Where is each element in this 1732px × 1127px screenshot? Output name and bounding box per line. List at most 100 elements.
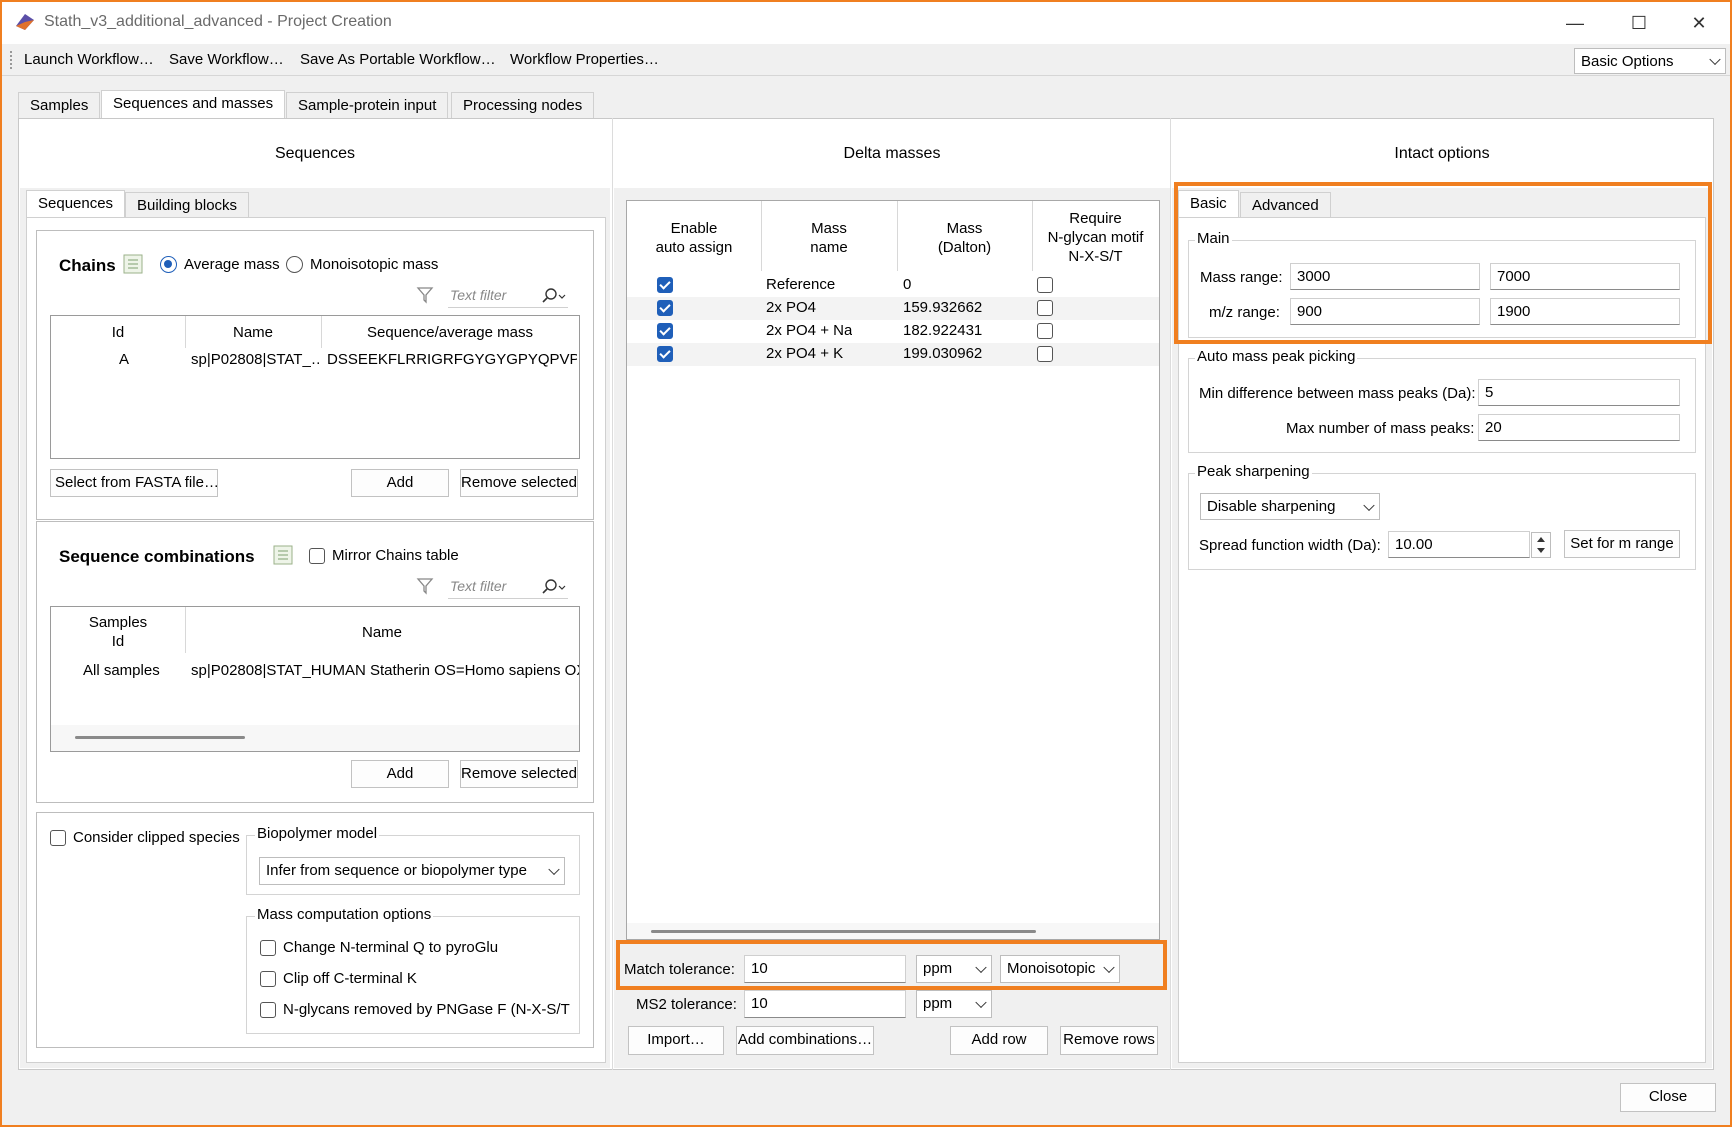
spread-width-input[interactable]: 10.00: [1388, 531, 1530, 558]
options-level-value: Basic Options: [1581, 53, 1674, 70]
chains-col-name[interactable]: Name: [185, 323, 321, 342]
ms2-tolerance-unit-value: ppm: [923, 995, 953, 1012]
mass-range-min-input[interactable]: 3000: [1290, 263, 1480, 290]
add-row-button[interactable]: Add row: [950, 1026, 1048, 1055]
row-enable-checkbox[interactable]: [657, 277, 673, 293]
chains-col-sequence[interactable]: Sequence/average mass: [321, 323, 579, 342]
delta-col-name-line1: Mass: [811, 220, 847, 237]
match-tolerance-input[interactable]: 10: [744, 955, 906, 983]
ms2-tolerance-input[interactable]: 10: [744, 990, 906, 1018]
combinations-add-button[interactable]: Add: [351, 760, 449, 788]
table-settings-icon[interactable]: [122, 253, 146, 277]
tab-samples[interactable]: Samples: [18, 92, 101, 118]
close-window-button[interactable]: ✕: [1674, 8, 1724, 38]
spread-width-value: 10.00: [1395, 536, 1433, 553]
delta-col-require-motif[interactable]: Require N-glycan motif N-X-S/T: [1032, 209, 1159, 266]
close-dialog-button[interactable]: Close: [1620, 1083, 1716, 1112]
combinations-horizontal-scrollbar[interactable]: [75, 736, 245, 739]
row-enable-checkbox[interactable]: [657, 346, 673, 362]
search-icon[interactable]: [540, 287, 566, 305]
table-row-stripe: [627, 343, 1159, 366]
min-difference-input[interactable]: 5: [1478, 379, 1680, 406]
intact-basic-tab-page: [1178, 217, 1706, 1063]
monoisotopic-mass-radio[interactable]: [286, 256, 303, 273]
add-combinations-button[interactable]: Add combinations…: [736, 1026, 874, 1055]
sequence-combinations-title: Sequence combinations: [59, 547, 255, 566]
row-mass-name: 2x PO4 + Na: [766, 322, 853, 339]
combinations-col-samples[interactable]: Samples Id: [51, 613, 185, 651]
pyroglu-checkbox[interactable]: [260, 940, 276, 956]
combinations-col-name[interactable]: Name: [185, 623, 579, 642]
delta-col-mass[interactable]: Mass (Dalton): [897, 219, 1032, 257]
tab-advanced[interactable]: Advanced: [1240, 192, 1331, 218]
mass-range-label: Mass range:: [1200, 269, 1283, 286]
set-for-m-range-button[interactable]: Set for m range: [1564, 530, 1680, 558]
column-divider: [1170, 118, 1171, 1070]
tab-building-blocks[interactable]: Building blocks: [125, 192, 250, 218]
mass-mode-select[interactable]: Monoisotopic: [1000, 955, 1120, 983]
pngase-label: N-glycans removed by PNGase F (N-X-S/T -: [283, 1001, 573, 1018]
biopolymer-model-select[interactable]: Infer from sequence or biopolymer type: [259, 857, 565, 885]
save-portable-workflow-button[interactable]: Save As Portable Workflow…: [300, 51, 496, 68]
mz-range-max-input[interactable]: 1900: [1490, 298, 1680, 325]
chains-filter-input[interactable]: Text filter: [448, 284, 568, 308]
mass-range-max-input[interactable]: 7000: [1490, 263, 1680, 290]
combinations-remove-selected-button[interactable]: Remove selected: [460, 760, 578, 788]
import-button[interactable]: Import…: [628, 1026, 724, 1055]
ms2-tolerance-unit-select[interactable]: ppm: [916, 990, 992, 1018]
spinbox-arrows-icon[interactable]: [1531, 532, 1551, 558]
row-require-motif-checkbox[interactable]: [1037, 277, 1053, 293]
delta-col-mass-line2: (Dalton): [937, 239, 992, 256]
chevron-down-icon: [1363, 499, 1375, 511]
save-workflow-button[interactable]: Save Workflow…: [169, 51, 284, 68]
mz-range-min-input[interactable]: 900: [1290, 298, 1480, 325]
combinations-table: Samples Id Name All samples sp|P02808|ST…: [50, 606, 580, 752]
launch-workflow-button[interactable]: Launch Workflow…: [24, 51, 154, 68]
average-mass-radio[interactable]: [160, 256, 177, 273]
options-level-select[interactable]: Basic Options: [1574, 48, 1726, 74]
chains-col-id[interactable]: Id: [51, 323, 185, 342]
max-peaks-input[interactable]: 20: [1478, 414, 1680, 441]
tab-basic[interactable]: Basic: [1178, 190, 1239, 218]
mass-mode-value: Monoisotopic: [1007, 960, 1096, 977]
peak-sharpening-title: Peak sharpening: [1195, 463, 1312, 480]
biopolymer-model-title: Biopolymer model: [255, 825, 380, 842]
pngase-checkbox[interactable]: [260, 1002, 276, 1018]
auto-peak-picking-title: Auto mass peak picking: [1195, 348, 1358, 365]
clip-c-terminal-k-checkbox[interactable]: [260, 971, 276, 987]
minimize-button[interactable]: —: [1550, 8, 1600, 38]
remove-rows-button[interactable]: Remove rows: [1060, 1026, 1158, 1055]
tab-sequences-and-masses[interactable]: Sequences and masses: [101, 90, 286, 118]
maximize-button[interactable]: ☐: [1614, 8, 1664, 38]
sharpening-mode-select[interactable]: Disable sharpening: [1200, 493, 1380, 520]
max-peaks-label: Max number of mass peaks:: [1286, 420, 1475, 437]
toolbar-grip: [10, 51, 12, 69]
mirror-chains-checkbox[interactable]: [309, 548, 325, 564]
match-tolerance-unit-select[interactable]: ppm: [916, 955, 992, 983]
row-require-motif-checkbox[interactable]: [1037, 300, 1053, 316]
search-icon[interactable]: [540, 578, 566, 596]
table-settings-icon[interactable]: [272, 544, 296, 568]
chains-title: Chains: [59, 256, 116, 275]
tab-sample-protein-input[interactable]: Sample-protein input: [286, 92, 449, 118]
row-enable-checkbox[interactable]: [657, 323, 673, 339]
delta-col-enable-line2: auto assign: [655, 239, 733, 256]
row-enable-checkbox[interactable]: [657, 300, 673, 316]
tab-processing-nodes[interactable]: Processing nodes: [451, 92, 595, 118]
consider-clipped-checkbox[interactable]: [50, 830, 66, 846]
combinations-filter-input[interactable]: Text filter: [448, 575, 568, 599]
chains-add-button[interactable]: Add: [351, 469, 449, 497]
chains-remove-selected-button[interactable]: Remove selected: [460, 469, 578, 497]
select-fasta-button[interactable]: Select from FASTA file…: [50, 469, 219, 497]
combination-name: sp|P02808|STAT_HUMAN Statherin OS=Homo s…: [191, 662, 579, 679]
workflow-properties-button[interactable]: Workflow Properties…: [510, 51, 659, 68]
delta-horizontal-scrollbar[interactable]: [651, 930, 1036, 933]
delta-col-enable[interactable]: Enable auto assign: [627, 219, 761, 257]
row-require-motif-checkbox[interactable]: [1037, 346, 1053, 362]
tab-sequences[interactable]: Sequences: [26, 190, 126, 218]
filter-icon[interactable]: [416, 285, 434, 305]
filter-icon[interactable]: [416, 576, 434, 596]
row-require-motif-checkbox[interactable]: [1037, 323, 1053, 339]
consider-clipped-label: Consider clipped species: [73, 829, 240, 846]
delta-col-name[interactable]: Mass name: [761, 219, 897, 257]
